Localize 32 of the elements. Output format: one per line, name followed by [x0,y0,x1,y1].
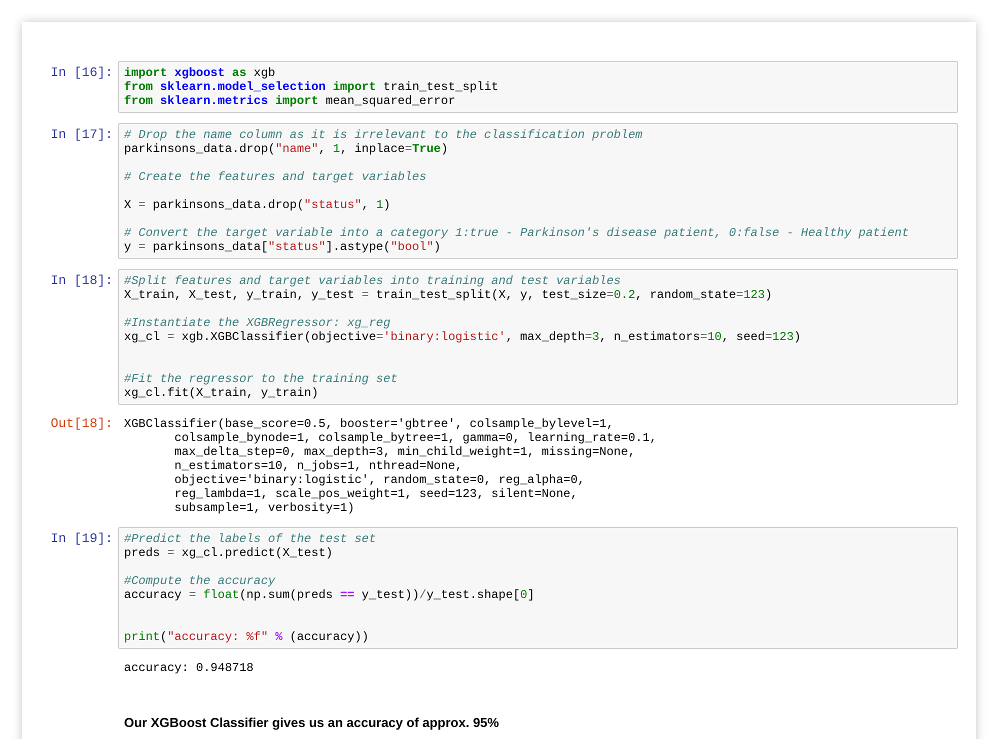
code-input-area[interactable]: #Predict the labels of the test set preds = xg_cl.predict(X_test) #Compute the accuracy accuracy = float(np.sum(preds == y_test))/y_test.shape[0] print("accuracy: %f" % (accuracy)) [118,527,958,649]
code-line: # Convert the target variable into a category 1:true - Parkinson's disease patient, 0:false - Healthy patient [124,226,910,240]
code-line: from sklearn.model_selection import train_test_split [124,80,500,94]
code-input-area[interactable] [118,269,958,405]
code-line: preds = xg_cl.predict(X_test) [124,546,334,560]
code-line: import xgboost as xgb [124,66,276,80]
output-text: XGBClassifier(base_score=0.5, booster='gbtree', colsample_bylevel=1, colsample_bynode=1, colsample_bytree=1, gamma=0, learning_rate=0.1, max_delta_step=0, max_depth=3, min_child_weight=1, missing=None, n_estimators=10, n_jobs=1, nthread=None, objective='binary:logistic', random_state=0, reg_alpha=0, reg_lambda=1, scale_pos_weight=1, seed=123, silent=None, subsample=1, verbosity=1) [123,416,658,517]
code-line: #Instantiate the XGBRegressor: xg_reg [124,316,392,330]
markdown-text: Our XGBoost Classifier gives us an accuracy of approx. 95% [123,715,500,730]
input-prompt: In [19]: [50,530,114,546]
code-line: #Split features and target variables into training and test variables [124,274,622,288]
code-line: accuracy = float(np.sum(preds == y_test))/y_test.shape[0] [124,588,536,602]
code-line: parkinsons_data.drop("name", 1, inplace=True) [124,142,450,156]
code-line: #Predict the labels of the test set [124,532,378,546]
code-input-area[interactable]: import xgboost as xgb from sklearn.model_selection import train_test_split from sklearn.metrics import mean_squared_error [118,61,958,113]
input-prompt: In [16]: [50,64,114,80]
input-prompt: In [18]: [50,272,114,288]
code-line: from sklearn.metrics import mean_squared_error [124,94,456,108]
code-line: #Fit the regressor to the training set [124,372,399,386]
code-line: xg_cl.fit(X_train, y_train) [124,386,320,400]
code-line: X_train, X_test, y_train, y_test = train_test_split(X, y, test_size=0.2, random_state=123) [124,288,774,302]
output-text: accuracy: 0.948718 [123,660,255,677]
output-prompt: Out[18]: [50,415,114,431]
code-line: #Compute the accuracy [124,574,276,588]
code-line: print("accuracy: %f" % (accuracy)) [124,630,370,644]
code-line: # Create the features and target variables [124,170,428,184]
code-line: xg_cl = xgb.XGBClassifier(objective='binary:logistic', max_depth=3, n_estimators=10, seed=123) [124,330,802,344]
code-line: # Drop the name column as it is irrelevant to the classification problem [124,128,644,142]
input-prompt: In [17]: [50,126,114,142]
code-input-area[interactable] [118,123,958,259]
code-line: y = parkinsons_data["status"].astype("bool") [124,240,442,254]
code-line: X = parkinsons_data.drop("status", 1) [124,198,392,212]
